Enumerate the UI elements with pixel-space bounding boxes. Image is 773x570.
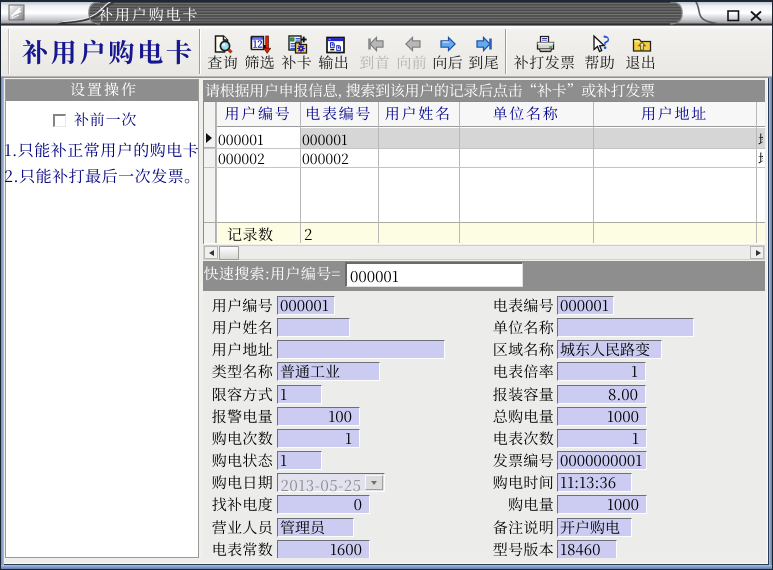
svg-text:?: ? [602,34,609,54]
svg-text:12: 12 [253,37,263,51]
